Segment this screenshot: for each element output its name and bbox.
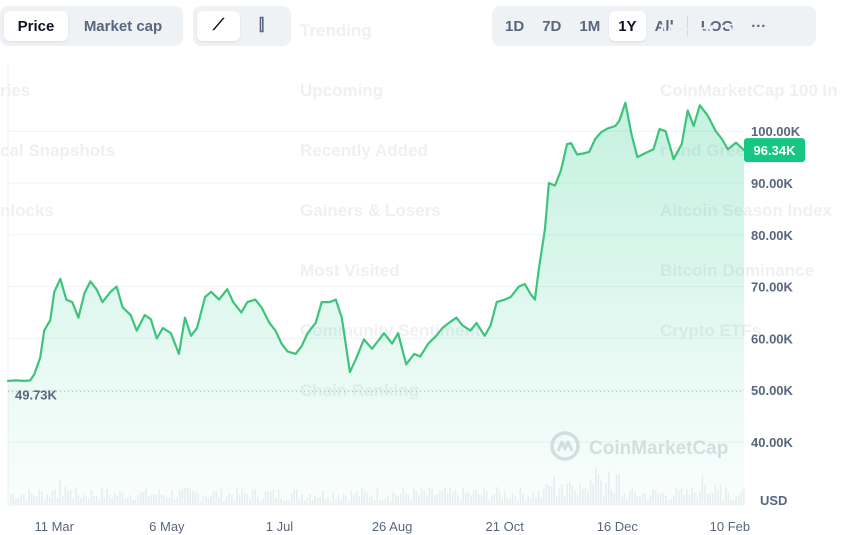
ghost-menu-item: cal Snapshots (0, 141, 115, 160)
toggle-market-cap[interactable]: Market cap (68, 11, 178, 41)
price-area (6, 101, 746, 505)
y-tick-label: 50.00K (751, 383, 794, 398)
ghost-menu-item: Upcoming (300, 81, 383, 100)
y-tick-label: 70.00K (751, 280, 794, 295)
price-chart: Trending Market Overview ries Upcoming CoinM… (0, 21, 838, 534)
x-tick-label: 10 Feb (710, 519, 750, 534)
ghost-menu-item: Trending (300, 21, 372, 40)
currency-label: USD (760, 493, 787, 508)
line-chart-button[interactable]: ⟋ (197, 11, 240, 41)
start-price-label: 49.73K (15, 388, 58, 403)
current-price-badge: 96.34K (744, 138, 805, 163)
y-tick-label: 80.00K (751, 228, 794, 243)
line-chart-icon: ⟋ (212, 17, 225, 34)
range-7d[interactable]: 7D (533, 11, 570, 41)
x-axis-ticks: 11 Mar 6 May 1 Jul 26 Aug 21 Oct 16 Dec 10 Feb (35, 519, 751, 534)
price-area-fill (8, 102, 744, 505)
candlestick-icon: ⫿ (258, 17, 265, 34)
x-tick-label: 6 May (149, 519, 185, 534)
y-tick-label: 100.00K (751, 124, 801, 139)
y-tick-label: 60.00K (751, 331, 794, 346)
x-tick-label: 21 Oct (486, 519, 525, 534)
toggle-price[interactable]: Price (4, 11, 68, 41)
current-price-badge-text: 96.34K (754, 143, 797, 158)
y-tick-label: 40.00K (751, 435, 794, 450)
range-1m[interactable]: 1M (570, 11, 609, 41)
range-1d[interactable]: 1D (496, 11, 533, 41)
x-tick-label: 1 Jul (266, 519, 294, 534)
y-axis-ticks: 40.00K 50.00K 60.00K 70.00K 80.00K 90.00K 100.… (751, 124, 801, 508)
ghost-menu-item: Gainers & Losers (300, 201, 441, 220)
x-tick-label: 26 Aug (372, 519, 413, 534)
ghost-menu-item: Most Visited (300, 261, 400, 280)
x-tick-label: 16 Dec (597, 519, 639, 534)
y-tick-label: 90.00K (751, 176, 794, 191)
ghost-menu-item: Recently Added (300, 141, 428, 160)
ghost-menu-item: CoinMarketCap 100 In (660, 81, 838, 100)
price-marketcap-toggle: Price Market cap (0, 6, 183, 46)
ghost-menu-item: Market Overview (660, 21, 796, 40)
x-tick-label: 11 Mar (35, 519, 75, 534)
chart-style-toggle: ⟋ ⫿ (193, 6, 291, 46)
ghost-menu-item: ries (0, 81, 30, 100)
candlestick-button[interactable]: ⫿ (240, 11, 283, 41)
range-1y[interactable]: 1Y (609, 11, 646, 41)
